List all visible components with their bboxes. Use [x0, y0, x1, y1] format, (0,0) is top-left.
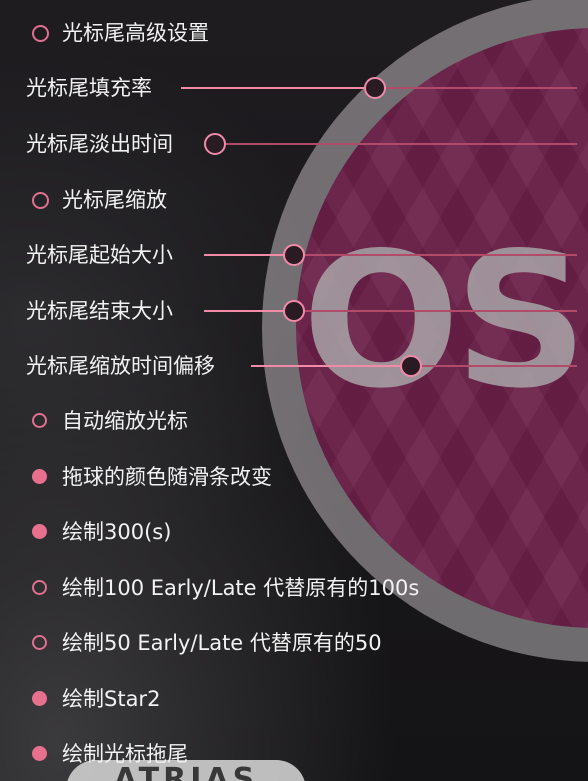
slider-label: 光标尾缩放时间偏移	[26, 354, 215, 378]
slider-cursor-trail-scale-time-offset[interactable]: 光标尾缩放时间偏移	[0, 346, 588, 386]
checkbox-indicator[interactable]	[32, 413, 47, 428]
checkbox-label: 绘制50 Early/Late 代替原有的50	[62, 631, 382, 655]
checkbox-draw-300s[interactable]: 绘制300(s)	[0, 512, 588, 552]
checkbox-indicator[interactable]	[32, 524, 47, 539]
checkbox-indicator[interactable]	[32, 635, 47, 650]
slider-thumb[interactable]	[204, 133, 227, 155]
slider-fill	[181, 87, 376, 89]
checkbox-label: 拖球的颜色随滑条改变	[62, 465, 272, 489]
checkbox-label: 绘制光标拖尾	[62, 742, 188, 766]
checkbox-draw-100-early-late[interactable]: 绘制100 Early/Late 代替原有的100s	[0, 568, 588, 608]
checkbox-slider-ball-color[interactable]: 拖球的颜色随滑条改变	[0, 457, 588, 497]
checkbox-indicator[interactable]	[32, 691, 47, 706]
checkbox-label: 绘制100 Early/Late 代替原有的100s	[62, 576, 420, 600]
checkbox-label: 绘制300(s)	[62, 520, 172, 544]
checkbox-indicator[interactable]	[32, 746, 47, 761]
slider-fill	[204, 310, 294, 312]
slider-thumb[interactable]	[282, 300, 305, 322]
slider-track[interactable]	[181, 77, 577, 99]
checkbox-label: 自动缩放光标	[62, 409, 188, 433]
slider-track[interactable]	[204, 133, 577, 155]
checkbox-auto-scale-cursor[interactable]: 自动缩放光标	[0, 401, 588, 441]
slider-cursor-trail-fill[interactable]: 光标尾填充率	[0, 68, 588, 108]
toggle-cursor-trail-scale[interactable]: 光标尾缩放	[0, 180, 588, 220]
checkbox-draw-cursor-trail[interactable]: 绘制光标拖尾	[0, 734, 588, 774]
checkbox-draw-50-early-late[interactable]: 绘制50 Early/Late 代替原有的50	[0, 623, 588, 663]
slider-cursor-trail-fade-time[interactable]: 光标尾淡出时间	[0, 124, 588, 164]
toggle-label: 光标尾高级设置	[62, 21, 209, 45]
checkbox-draw-star2[interactable]: 绘制Star2	[0, 679, 588, 719]
slider-label: 光标尾起始大小	[26, 243, 173, 267]
slider-fill	[204, 254, 294, 256]
slider-thumb[interactable]	[399, 355, 422, 377]
checkbox-indicator[interactable]	[32, 469, 47, 484]
slider-track[interactable]	[204, 244, 577, 266]
toggle-radio[interactable]	[32, 25, 49, 42]
slider-track[interactable]	[204, 300, 577, 322]
checkbox-indicator[interactable]	[32, 580, 47, 595]
slider-thumb[interactable]	[364, 77, 387, 99]
slider-thumb[interactable]	[282, 244, 305, 266]
slider-label: 光标尾填充率	[26, 76, 152, 100]
slider-cursor-trail-start-size[interactable]: 光标尾起始大小	[0, 235, 588, 275]
slider-cursor-trail-end-size[interactable]: 光标尾结束大小	[0, 291, 588, 331]
toggle-radio[interactable]	[32, 192, 49, 209]
slider-fill	[251, 365, 411, 367]
settings-panel: 光标尾高级设置 光标尾填充率 光标尾淡出时间 光标尾缩放 光标尾起始大小 光标尾…	[0, 0, 588, 781]
toggle-label: 光标尾缩放	[62, 188, 167, 212]
slider-label: 光标尾结束大小	[26, 299, 173, 323]
toggle-cursor-trail-advanced[interactable]: 光标尾高级设置	[0, 13, 588, 53]
checkbox-label: 绘制Star2	[62, 687, 161, 711]
slider-track[interactable]	[251, 355, 577, 377]
slider-label: 光标尾淡出时间	[26, 132, 173, 156]
